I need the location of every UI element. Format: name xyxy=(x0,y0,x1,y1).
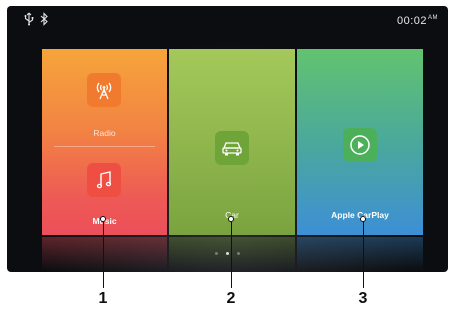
page-dot[interactable] xyxy=(215,252,218,255)
radio-antenna-icon xyxy=(87,73,121,107)
status-bar: 00:02AM xyxy=(7,6,448,34)
page-indicator xyxy=(7,252,448,255)
radio-button[interactable]: Radio xyxy=(42,49,167,145)
music-note-icon xyxy=(87,163,121,197)
head-unit-screen: 00:02AM Radio Music xyxy=(7,6,448,272)
car-tile[interactable]: Car xyxy=(169,49,295,235)
callout-line xyxy=(363,222,364,288)
radio-label: Radio xyxy=(93,128,116,138)
bluetooth-icon xyxy=(40,12,49,31)
callout-number-2: 2 xyxy=(226,290,236,307)
music-button[interactable]: Music xyxy=(42,147,167,235)
play-icon xyxy=(343,128,377,162)
callout-line xyxy=(231,222,232,288)
usb-icon xyxy=(23,12,35,31)
clock-ampm: AM xyxy=(428,15,438,21)
car-icon xyxy=(215,131,249,165)
clock-time: 00:02 xyxy=(396,15,427,27)
callout-number-3: 3 xyxy=(358,290,368,307)
apple-carplay-tile[interactable]: Apple CarPlay xyxy=(297,49,423,235)
callout-number-1: 1 xyxy=(98,290,108,307)
status-icons xyxy=(23,12,49,31)
page-dot[interactable] xyxy=(237,252,240,255)
radio-music-tile: Radio Music xyxy=(42,49,167,235)
page-dot-active[interactable] xyxy=(226,252,229,255)
callout-line xyxy=(103,222,104,288)
clock: 00:02AM xyxy=(397,15,438,27)
